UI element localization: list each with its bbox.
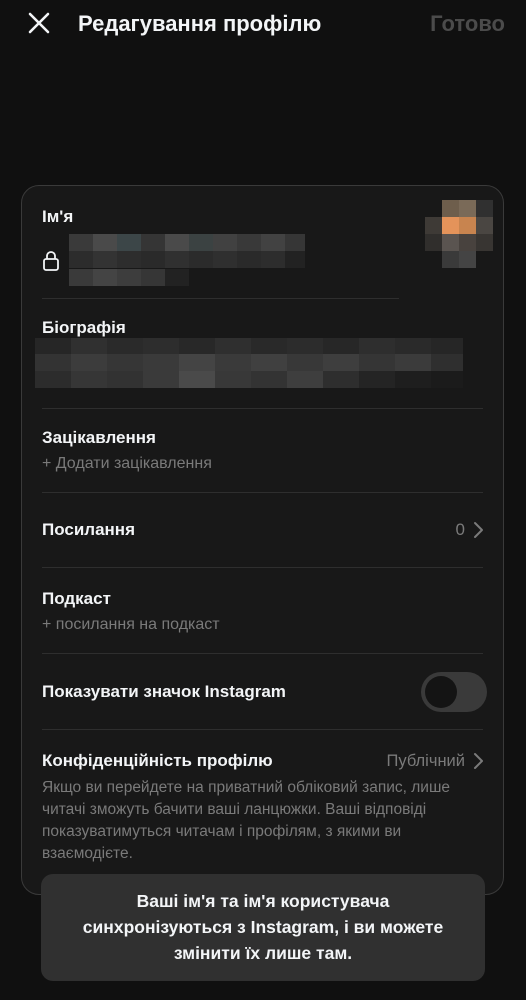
privacy-description: Якщо ви перейдете на приватний обліковий… — [42, 779, 450, 862]
privacy-value: Публічний — [386, 752, 465, 770]
lock-icon — [42, 250, 60, 272]
toggle-knob — [425, 676, 457, 708]
divider — [42, 653, 483, 654]
interests-label: Зацікавлення — [42, 428, 156, 447]
avatar[interactable] — [425, 200, 493, 270]
add-podcast-link[interactable]: + посилання на подкаст — [42, 614, 220, 636]
bio-label: Біографія — [42, 318, 126, 337]
podcast-row[interactable] — [22, 568, 503, 652]
close-button[interactable] — [26, 10, 52, 36]
links-count: 0 — [455, 520, 465, 539]
divider — [42, 298, 399, 299]
chevron-right-icon — [471, 520, 485, 540]
profile-edit-card: Ім'я Біографія Зацікавлення + Додати зац… — [21, 185, 504, 895]
chevron-right-icon — [471, 751, 485, 771]
name-value-redacted[interactable] — [69, 234, 305, 286]
name-label: Ім'я — [42, 207, 74, 226]
show-instagram-badge-toggle[interactable] — [421, 672, 487, 712]
add-interests-link[interactable]: + Додати зацікавлення — [42, 453, 212, 475]
sync-toast: Ваші ім'я та ім'я користувача синхронізу… — [41, 874, 485, 981]
header: Редагування профілю Готово — [0, 0, 526, 48]
interests-row[interactable] — [22, 409, 503, 491]
page-title: Редагування профілю — [78, 11, 322, 36]
show-instagram-badge-label: Показувати значок Instagram — [42, 682, 286, 701]
bio-value-redacted[interactable] — [35, 338, 463, 388]
privacy-label: Конфіденційність профілю — [42, 751, 273, 770]
podcast-label: Подкаст — [42, 589, 111, 608]
close-icon — [28, 12, 50, 34]
links-label: Посилання — [42, 520, 135, 539]
done-button[interactable]: Готово — [430, 10, 505, 38]
